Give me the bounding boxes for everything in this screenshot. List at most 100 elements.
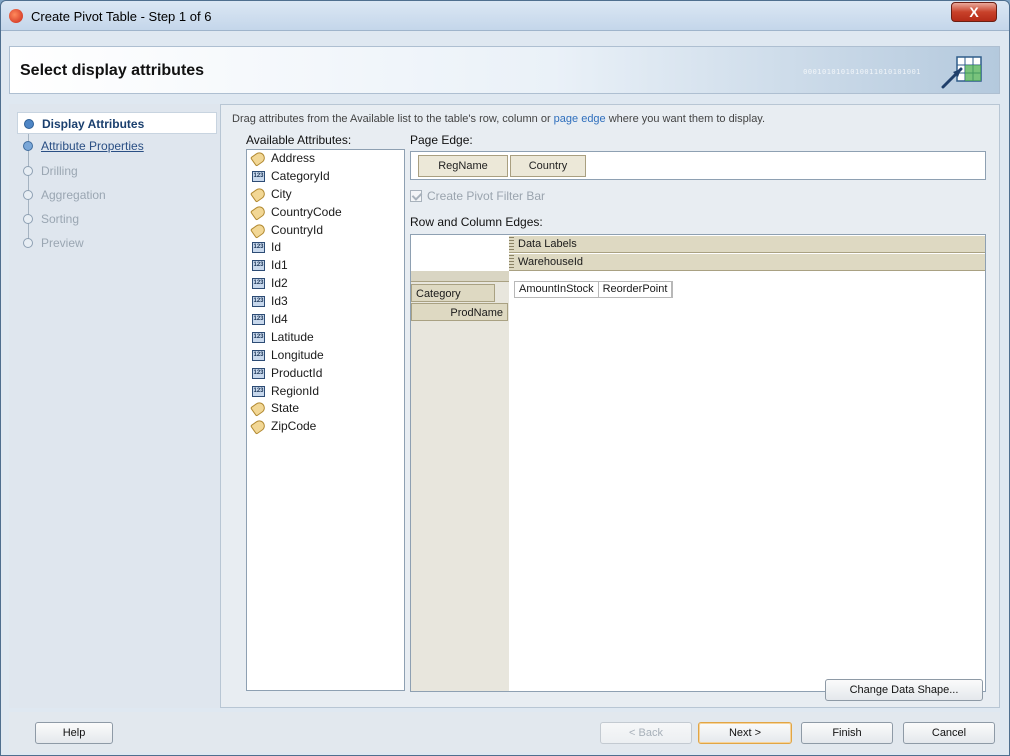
attribute-name: CountryId	[271, 222, 324, 237]
nav-step-label: Sorting	[41, 212, 80, 226]
step-icon	[23, 190, 33, 200]
page-edge-label: Page Edge:	[410, 133, 473, 147]
nav-step-label: Preview	[41, 236, 84, 250]
step-icon	[23, 166, 33, 176]
attribute-item-id1[interactable]: 123 Id1	[247, 257, 404, 275]
instructions-text: Drag attributes from the Available list …	[232, 113, 765, 125]
cancel-button[interactable]: Cancel	[903, 722, 995, 744]
page-edge-link[interactable]: page edge	[554, 113, 606, 125]
data-label-reorderpoint[interactable]: ReorderPoint	[599, 282, 673, 297]
attribute-name: CategoryId	[271, 168, 330, 183]
row-edge-drag-handles[interactable]	[411, 271, 509, 282]
nav-step-preview: Preview	[17, 232, 217, 254]
nav-step-label: Aggregation	[41, 188, 106, 202]
step-icon	[23, 141, 33, 151]
text-attribute-tag-icon	[250, 203, 267, 221]
column-edge-label: Data Labels	[518, 238, 577, 250]
row-column-edges-label: Row and Column Edges:	[410, 215, 543, 229]
page-edge-item-regname[interactable]: RegName	[418, 155, 508, 177]
drag-handle-icon[interactable]	[509, 237, 514, 252]
attribute-name: Id	[271, 240, 282, 255]
wizard-window: Create Pivot Table - Step 1 of 6 X Selec…	[0, 0, 1010, 756]
nav-step-aggregation: Aggregation	[17, 184, 217, 206]
attribute-item-zipcode[interactable]: ZipCode	[247, 418, 404, 436]
nav-step-attribute-properties[interactable]: Attribute Properties	[17, 135, 217, 157]
column-edge-data-labels[interactable]: Data Labels	[509, 236, 985, 253]
attribute-name: Id2	[271, 276, 288, 291]
attribute-item-id[interactable]: 123 Id	[247, 239, 404, 257]
binary-watermark: 0001010101010011010101001	[803, 68, 921, 76]
attribute-item-productid[interactable]: 123 ProductId	[247, 365, 404, 383]
numeric-attribute-icon: 123	[252, 260, 265, 272]
available-attributes-label: Available Attributes:	[246, 133, 352, 147]
column-edge-label: WarehouseId	[518, 256, 584, 268]
numeric-attribute-icon: 123	[252, 296, 265, 308]
step-title: Select display attributes	[20, 62, 205, 79]
attribute-name: Latitude	[271, 329, 314, 344]
back-button[interactable]: < Back	[600, 722, 692, 744]
column-edge-warehouseid[interactable]: WarehouseId	[509, 254, 985, 271]
row-edge-area[interactable]	[411, 271, 509, 691]
attribute-name: Id3	[271, 294, 288, 309]
help-button[interactable]: Help	[35, 722, 113, 744]
attribute-item-longitude[interactable]: 123 Longitude	[247, 347, 404, 365]
text-attribute-tag-icon	[250, 418, 267, 436]
data-labels-header: AmountInStock ReorderPoint	[514, 281, 674, 298]
checkbox-checked-icon	[410, 190, 422, 202]
attribute-name: Longitude	[271, 347, 324, 362]
text-attribute-tag-icon	[250, 221, 267, 239]
attribute-name: RegionId	[271, 383, 320, 398]
row-edge-category[interactable]: Category	[411, 284, 495, 302]
nav-step-label: Attribute Properties	[41, 139, 144, 153]
window-title: Create Pivot Table - Step 1 of 6	[31, 9, 212, 24]
attribute-item-city[interactable]: City	[247, 186, 404, 204]
attribute-name: Id4	[271, 312, 288, 327]
attribute-name: CountryCode	[271, 204, 342, 219]
attribute-item-countryid[interactable]: CountryId	[247, 221, 404, 240]
drag-handle-icon[interactable]	[509, 255, 514, 270]
numeric-attribute-icon: 123	[252, 314, 265, 326]
step-active-icon	[24, 119, 34, 129]
nav-step-label: Display Attributes	[42, 117, 145, 131]
text-attribute-tag-icon	[250, 186, 267, 203]
attribute-name: Id1	[271, 258, 288, 273]
numeric-attribute-icon: 123	[252, 278, 265, 290]
attribute-name: Address	[271, 151, 316, 165]
numeric-attribute-icon: 123	[252, 331, 265, 343]
step-icon	[23, 238, 33, 248]
change-data-shape-button[interactable]: Change Data Shape...	[825, 679, 983, 701]
attribute-item-regionid[interactable]: 123 RegionId	[247, 383, 404, 401]
step-header: Select display attributes 00010101010100…	[9, 46, 1000, 94]
attribute-item-categoryid[interactable]: 123 CategoryId	[247, 168, 404, 186]
data-label-amountinstock[interactable]: AmountInStock	[515, 282, 599, 297]
available-attributes-list[interactable]: Address 123 CategoryId City CountryCode Count…	[246, 149, 405, 691]
page-edge-item-country[interactable]: Country	[510, 155, 586, 177]
instructions-part: Drag attributes from the Available list …	[232, 113, 554, 125]
instructions-part: where you want them to display.	[605, 113, 766, 125]
text-attribute-tag-icon	[250, 400, 267, 418]
attribute-item-id2[interactable]: 123 Id2	[247, 275, 404, 293]
numeric-attribute-icon: 123	[252, 242, 265, 254]
attribute-name: City	[271, 186, 292, 201]
next-button[interactable]: Next >	[698, 722, 792, 744]
attribute-item-latitude[interactable]: 123 Latitude	[247, 329, 404, 347]
title-bar: Create Pivot Table - Step 1 of 6 X	[1, 1, 1009, 31]
numeric-attribute-icon: 123	[252, 367, 265, 379]
checkbox-label: Create Pivot Filter Bar	[427, 189, 546, 203]
nav-step-display-attributes[interactable]: Display Attributes	[17, 112, 217, 134]
create-pivot-filter-bar-checkbox[interactable]: Create Pivot Filter Bar	[410, 189, 545, 203]
nav-step-drilling: Drilling	[17, 160, 217, 182]
finish-button[interactable]: Finish	[801, 722, 893, 744]
close-button[interactable]: X	[951, 2, 997, 22]
page-edge-dropzone[interactable]: RegName Country	[410, 151, 986, 180]
attribute-item-id4[interactable]: 123 Id4	[247, 311, 404, 329]
attribute-item-countrycode[interactable]: CountryCode	[247, 203, 404, 222]
text-attribute-tag-icon	[250, 150, 267, 167]
row-edge-prodname[interactable]: ProdName	[411, 303, 508, 321]
app-icon	[9, 9, 23, 23]
attribute-item-address[interactable]: Address	[247, 150, 404, 168]
attribute-item-state[interactable]: State	[247, 400, 404, 418]
attribute-item-id3[interactable]: 123 Id3	[247, 293, 404, 311]
numeric-attribute-icon: 123	[252, 385, 265, 397]
nav-step-label: Drilling	[41, 164, 78, 178]
